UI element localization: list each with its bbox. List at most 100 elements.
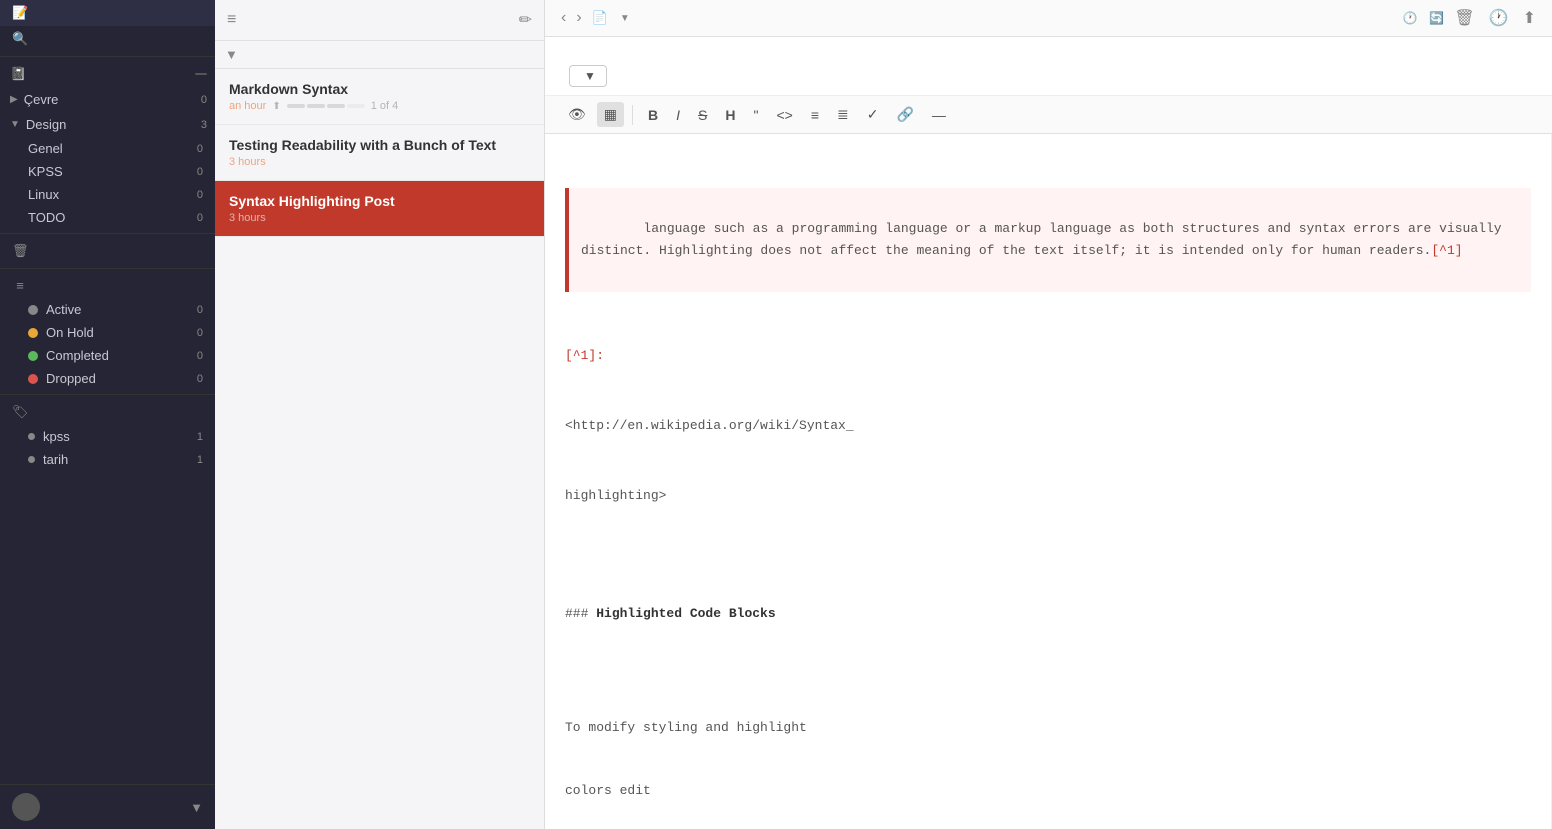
sidebar-item-on-hold[interactable]: On Hold 0 xyxy=(0,321,215,344)
active-label: Active xyxy=(46,302,189,317)
filter-icon: ▼ xyxy=(225,47,238,62)
note-meta: 3 hours xyxy=(229,212,530,224)
sidebar-item-completed[interactable]: Completed 0 xyxy=(0,344,215,367)
tag-tarih-count: 1 xyxy=(197,454,203,466)
todo-count: 0 xyxy=(197,212,203,224)
chevron-down-icon: ▼ xyxy=(584,69,596,83)
onhold-label: On Hold xyxy=(46,325,189,340)
notes-icon: 📝 xyxy=(12,5,28,21)
ol-button[interactable]: ≣ xyxy=(830,102,856,127)
nav-prev-button[interactable]: ‹ xyxy=(561,9,566,27)
note-item-testing-readability[interactable]: Testing Readability with a Bunch of Text… xyxy=(215,125,544,181)
sidebar-item-dropped[interactable]: Dropped 0 xyxy=(0,367,215,390)
preview-button[interactable]: 👁 xyxy=(561,102,593,127)
editor-header: ‹ › 📄 ▼ 🕐 🔄 🗑 🕐 ⬆ xyxy=(545,0,1552,37)
tags-icon: 🏷 xyxy=(12,404,28,420)
hr-button[interactable]: — xyxy=(925,103,953,127)
editor-content-split: language such as a programming language … xyxy=(545,134,1552,829)
status-button[interactable]: ▼ xyxy=(569,65,607,87)
chevron-down-icon: ▼ xyxy=(190,800,203,815)
link-button[interactable]: 🔗 xyxy=(889,102,920,127)
tag-dot-icon xyxy=(28,433,35,440)
chevron-down-icon: ▼ xyxy=(620,13,630,24)
onhold-dot-icon xyxy=(28,328,38,338)
completed-count: 0 xyxy=(197,350,203,362)
note-title: Syntax Highlighting Post xyxy=(229,193,530,209)
tag-kpss-label: kpss xyxy=(43,429,189,444)
chevron-down-icon: ▼ xyxy=(10,119,20,130)
sidebar-item-linux[interactable]: Linux 0 xyxy=(0,183,215,206)
delete-button[interactable]: 🗑 xyxy=(1454,8,1474,28)
share-button[interactable]: ⬆ xyxy=(1523,8,1536,28)
strikethrough-button[interactable]: S xyxy=(691,103,714,127)
note-title: Markdown Syntax xyxy=(229,81,530,97)
note-list-filter-bar: ▼ xyxy=(215,41,544,69)
user-avatar xyxy=(12,793,40,821)
editor-toolbar: 👁 ▦ B I S H " <> ≡ ≣ ✓ 🔗 — xyxy=(545,96,1552,134)
kpss-label: KPSS xyxy=(28,164,189,179)
editor-header-actions: 🗑 🕐 ⬆ xyxy=(1454,8,1536,28)
split-view-button[interactable]: ▦ xyxy=(597,102,624,127)
note-meta: 3 hours xyxy=(229,156,530,168)
filter-input[interactable] xyxy=(244,47,534,62)
dropped-count: 0 xyxy=(197,373,203,385)
toolbar-separator xyxy=(632,105,633,125)
new-note-icon[interactable]: ✏ xyxy=(519,10,532,30)
active-dot-icon xyxy=(28,305,38,315)
history-button[interactable]: 🕐 xyxy=(1489,8,1509,28)
note-export-icon: ⬆ xyxy=(272,101,280,112)
design-label: Design xyxy=(26,117,195,132)
sidebar-status-section: ≡ xyxy=(0,273,215,298)
cevre-label: Çevre xyxy=(24,92,195,107)
notebook-icon: 📓 xyxy=(10,66,26,82)
note-list-panel: ≡ ✏ ▼ Markdown Syntax an hour ⬆ 1 of 4 T… xyxy=(215,0,545,829)
editor-panel: ‹ › 📄 ▼ 🕐 🔄 🗑 🕐 ⬆ ▼ 👁 ▦ B xyxy=(545,0,1552,829)
note-progress xyxy=(287,104,365,108)
sidebar-notebooks-group[interactable]: 📓 xyxy=(0,61,215,87)
search-icon: 🔍 xyxy=(12,31,28,47)
italic-button[interactable]: I xyxy=(669,103,687,127)
heading-button[interactable]: H xyxy=(718,103,742,127)
sidebar-item-active[interactable]: Active 0 xyxy=(0,298,215,321)
note-progress-text: 1 of 4 xyxy=(371,100,399,112)
sidebar-design-group[interactable]: ▼ Design 3 xyxy=(0,112,215,137)
cevre-count: 0 xyxy=(201,94,207,106)
kpss-count: 0 xyxy=(197,166,203,178)
check-button[interactable]: ✓ xyxy=(860,102,886,127)
notebooks-add-button[interactable] xyxy=(195,73,207,75)
sort-icon[interactable]: ≡ xyxy=(227,11,236,29)
sidebar-item-kpss[interactable]: KPSS 0 xyxy=(0,160,215,183)
onhold-count: 0 xyxy=(197,327,203,339)
editor-raw-panel[interactable]: language such as a programming language … xyxy=(545,134,1552,829)
sidebar-cevre-group[interactable]: ▶ Çevre 0 xyxy=(0,87,215,112)
sidebar-item-todo[interactable]: TODO 0 xyxy=(0,206,215,229)
design-count: 3 xyxy=(201,119,207,131)
date-modified: 🔄 xyxy=(1429,11,1444,25)
note-item-markdown-syntax[interactable]: Markdown Syntax an hour ⬆ 1 of 4 xyxy=(215,69,544,125)
editor-title-area xyxy=(545,37,1552,61)
breadcrumb: 📄 ▼ xyxy=(592,10,630,26)
note-title: Testing Readability with a Bunch of Text xyxy=(229,137,530,153)
note-time: an hour xyxy=(229,100,266,112)
sidebar-item-search[interactable]: 🔍 xyxy=(0,26,215,52)
note-list-header: ≡ ✏ xyxy=(215,0,544,41)
bold-button[interactable]: B xyxy=(641,103,665,127)
note-meta: an hour ⬆ 1 of 4 xyxy=(229,100,530,112)
sidebar-tag-tarih[interactable]: tarih 1 xyxy=(0,448,215,471)
chevron-right-icon: ▶ xyxy=(10,94,18,105)
nav-next-button[interactable]: › xyxy=(576,9,581,27)
ul-button[interactable]: ≡ xyxy=(804,103,826,127)
linux-label: Linux xyxy=(28,187,189,202)
editor-dates: 🕐 🔄 xyxy=(1402,11,1444,25)
sidebar-item-all-notes[interactable]: 📝 xyxy=(0,0,215,26)
code-button[interactable]: <> xyxy=(769,103,799,127)
quote-button[interactable]: " xyxy=(747,103,766,127)
sidebar-tags-section: 🏷 xyxy=(0,399,215,425)
sidebar-tag-kpss[interactable]: kpss 1 xyxy=(0,425,215,448)
sidebar-item-genel[interactable]: Genel 0 xyxy=(0,137,215,160)
note-time: 3 hours xyxy=(229,212,266,224)
note-item-syntax-highlighting[interactable]: Syntax Highlighting Post 3 hours xyxy=(215,181,544,237)
completed-dot-icon xyxy=(28,351,38,361)
sidebar-item-trash[interactable]: 🗑 xyxy=(0,238,215,264)
status-icon: ≡ xyxy=(12,278,28,293)
